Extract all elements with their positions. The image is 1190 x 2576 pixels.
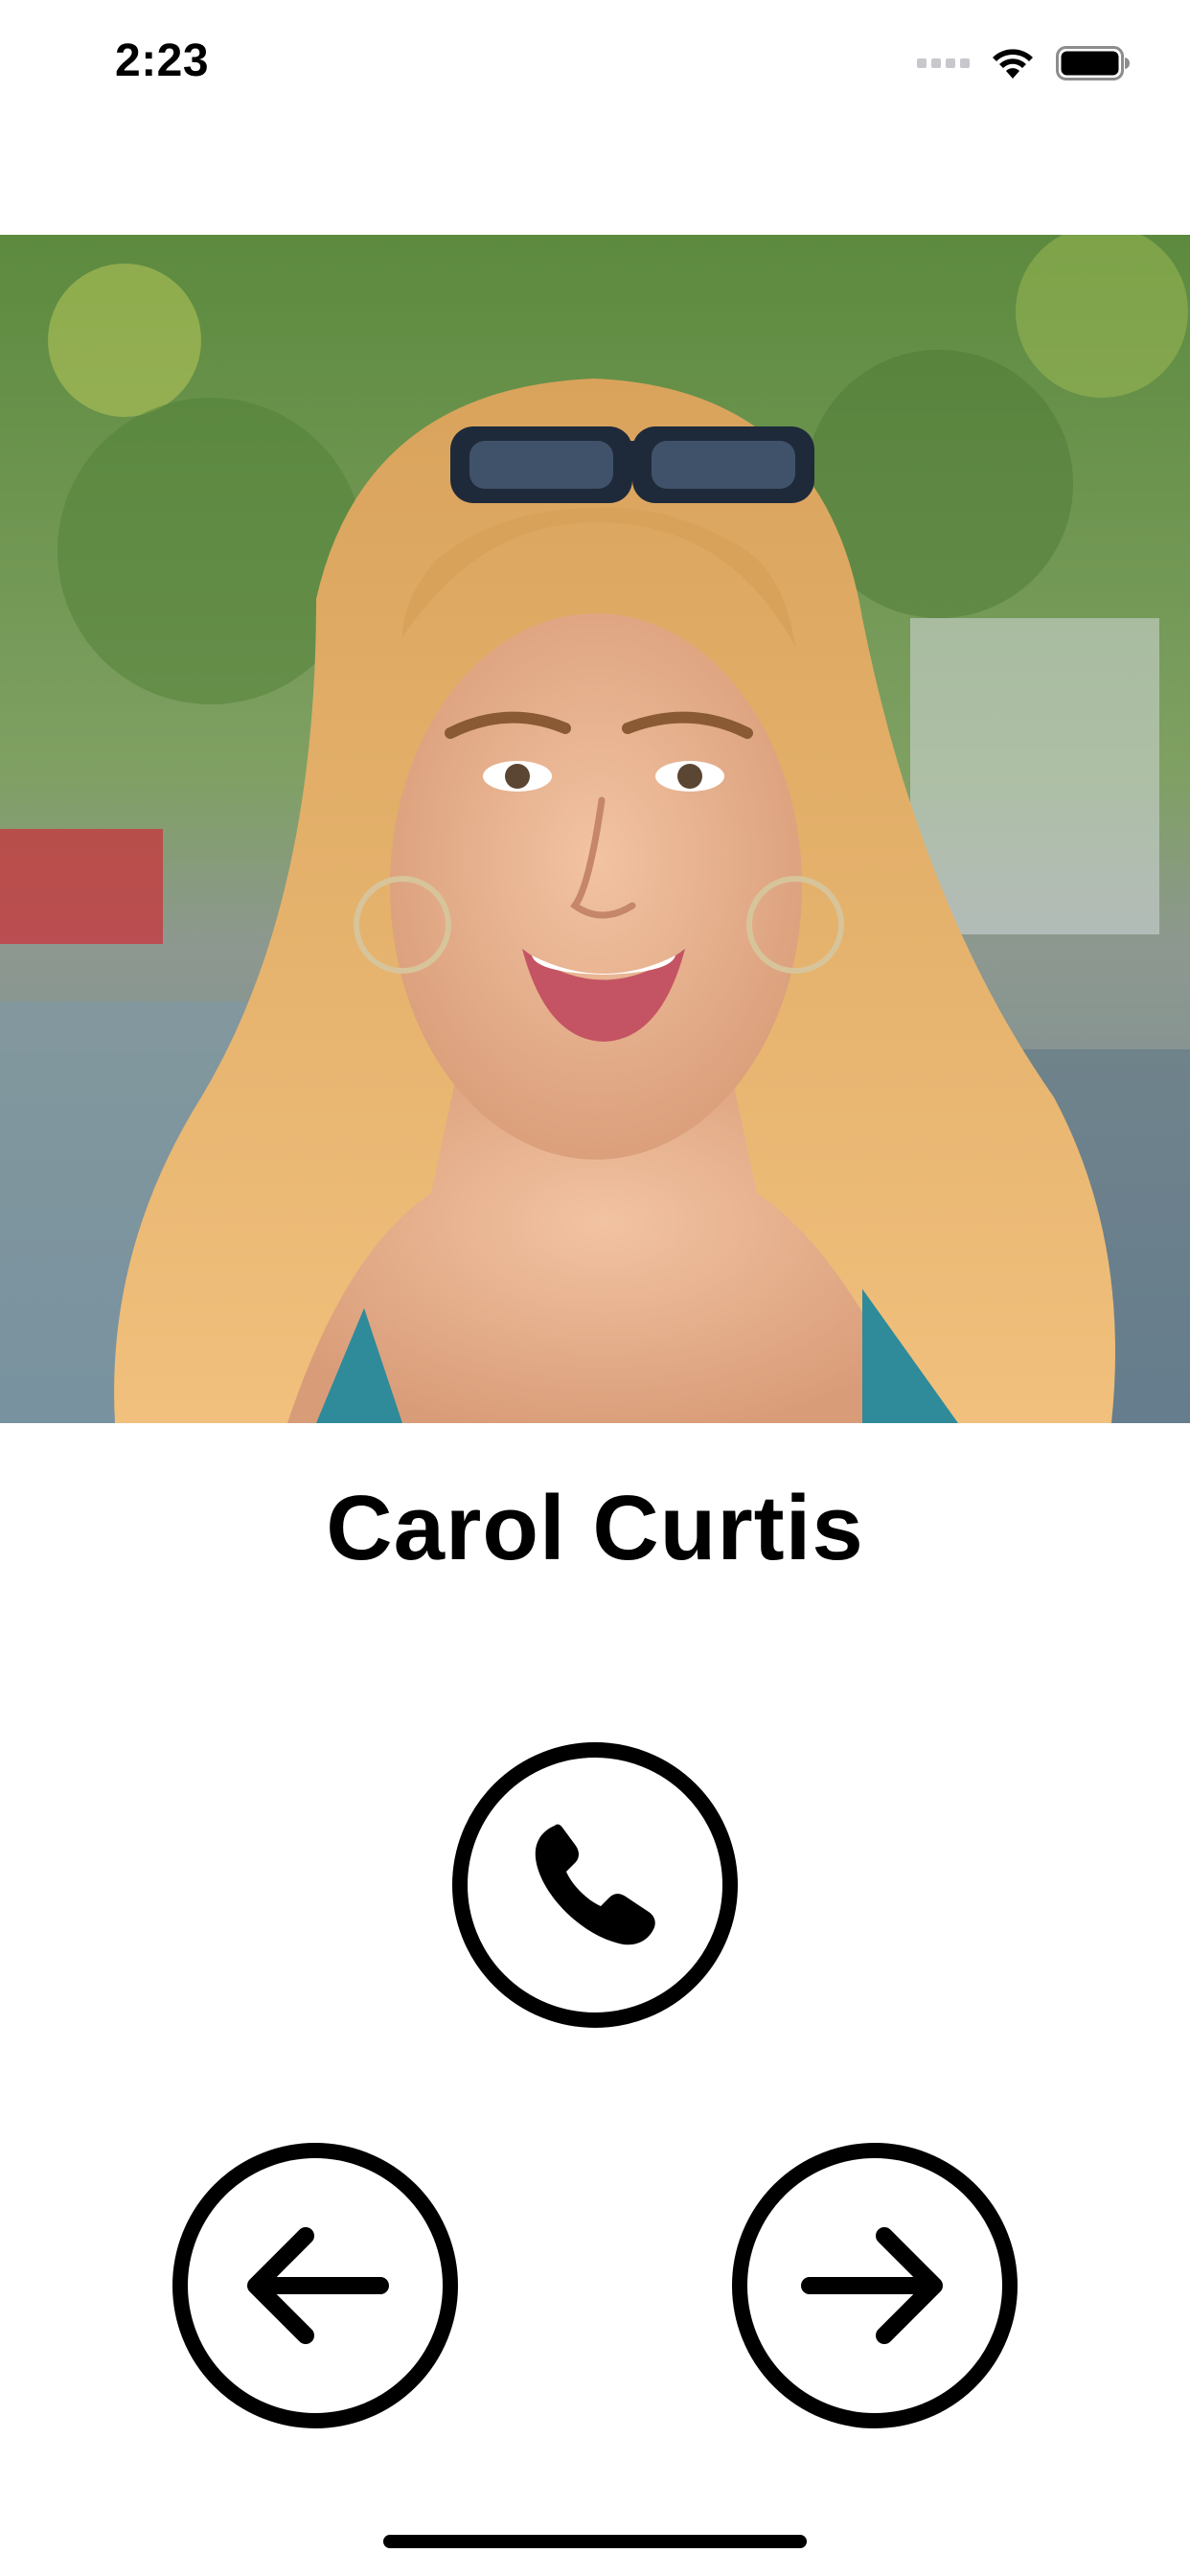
previous-contact-button[interactable] (172, 2143, 458, 2428)
cellular-signal-icon (917, 58, 970, 68)
home-indicator[interactable] (383, 2535, 807, 2548)
next-contact-button[interactable] (732, 2143, 1018, 2428)
arrow-right-icon (801, 2227, 943, 2344)
call-button[interactable] (452, 1742, 738, 2028)
contact-photo-image (0, 235, 1190, 1423)
contact-name: Carol Curtis (326, 1477, 864, 1579)
wifi-icon (993, 49, 1033, 79)
contact-photo (0, 235, 1190, 1423)
status-bar: 2:23 (0, 0, 1190, 134)
status-time: 2:23 (115, 35, 210, 86)
status-icons (917, 44, 1131, 82)
battery-icon (1056, 46, 1130, 80)
arrow-left-icon (247, 2227, 389, 2344)
phone-icon (535, 1824, 655, 1945)
